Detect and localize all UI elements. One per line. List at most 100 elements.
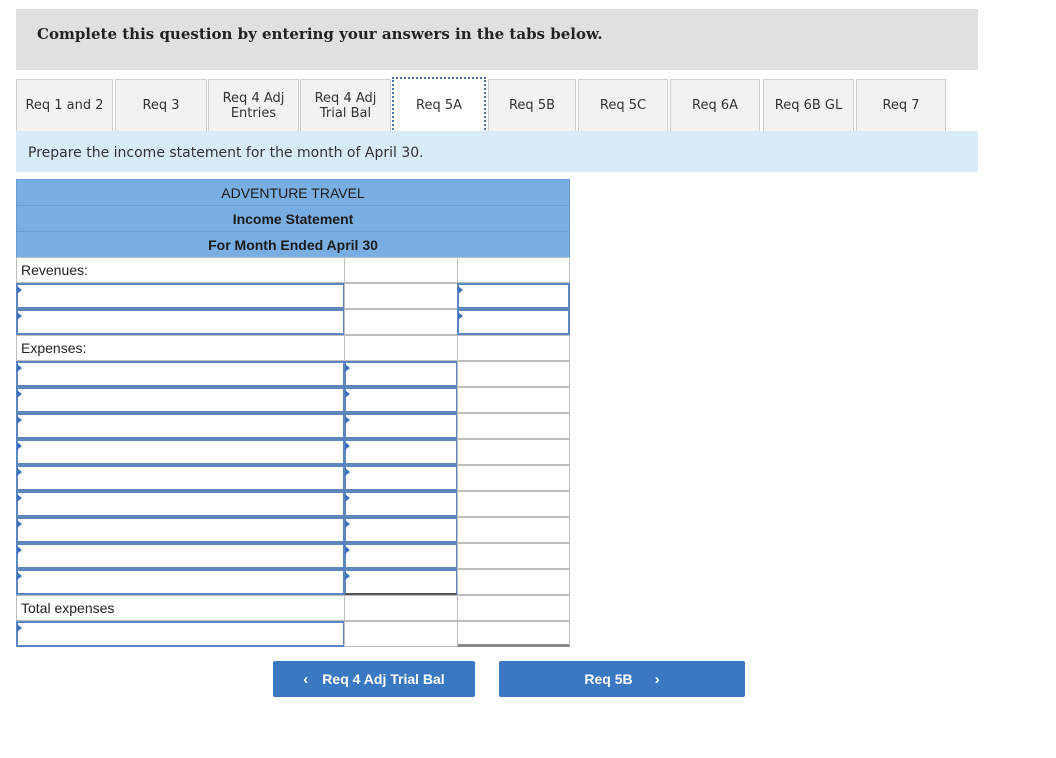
tab-req-3[interactable]: Req 3 [115, 79, 207, 131]
expense-row [16, 543, 570, 569]
tab-label-line1: Req 4 Adj [222, 90, 285, 106]
expense-account-dropdown[interactable] [16, 439, 345, 465]
empty-cell [457, 361, 570, 387]
revenue-amount-input[interactable] [457, 309, 570, 335]
revenue-row [16, 309, 570, 335]
empty-cell [457, 413, 570, 439]
tab-label: Req 7 [882, 98, 920, 113]
tab-label: Req 3 [142, 98, 180, 113]
revenue-account-dropdown[interactable] [16, 283, 345, 309]
empty-cell [344, 257, 458, 283]
tab-label: Req 5B [508, 98, 556, 113]
empty-cell [457, 387, 570, 413]
expense-amount-input[interactable] [344, 569, 458, 595]
empty-cell [457, 569, 570, 595]
tab-req-1-and-2[interactable]: Req 1 and 2 [16, 79, 113, 131]
empty-cell [344, 595, 458, 621]
empty-cell [457, 335, 570, 361]
tab-req-5c[interactable]: Req 5C [578, 79, 668, 131]
empty-cell [344, 283, 458, 309]
next-req-5b-button[interactable]: Req 5B › [499, 661, 745, 697]
statement-title: Income Statement [16, 205, 570, 231]
empty-cell [344, 621, 458, 647]
tab-label: Req 6A [692, 98, 738, 113]
instructions-banner: Complete this question by entering your … [16, 9, 978, 70]
empty-cell [457, 517, 570, 543]
tab-req-7[interactable]: Req 7 [856, 79, 946, 131]
revenue-row [16, 283, 570, 309]
revenues-label: Revenues: [16, 257, 345, 283]
tab-req-4-adj-trial-bal[interactable]: Req 4 Adj Trial Bal [300, 79, 391, 131]
tab-label: Req 4 Adj Entries [223, 91, 285, 121]
chevron-right-icon: › [654, 670, 660, 688]
tab-label: Req 5C [599, 98, 647, 113]
revenue-account-dropdown[interactable] [16, 309, 345, 335]
revenue-amount-input[interactable] [457, 283, 570, 309]
expense-account-dropdown[interactable] [16, 491, 345, 517]
expense-row [16, 413, 570, 439]
net-income-value [457, 621, 570, 647]
expense-amount-input[interactable] [344, 413, 458, 439]
tab-req-5a[interactable]: Req 5A [392, 77, 486, 133]
tab-label: Req 4 Adj Trial Bal [315, 91, 377, 121]
empty-cell [457, 257, 570, 283]
empty-cell [344, 309, 458, 335]
tab-label: Req 6B GL [774, 98, 843, 113]
expense-account-dropdown[interactable] [16, 361, 345, 387]
chevron-left-icon: ‹ [303, 670, 309, 688]
expenses-header-row: Expenses: [16, 335, 570, 361]
expense-amount-input[interactable] [344, 465, 458, 491]
expense-account-dropdown[interactable] [16, 413, 345, 439]
expense-account-dropdown[interactable] [16, 569, 345, 595]
statement-period: For Month Ended April 30 [16, 231, 570, 257]
tab-req-6b-gl[interactable]: Req 6B GL [763, 79, 854, 131]
expense-account-dropdown[interactable] [16, 387, 345, 413]
empty-cell [457, 439, 570, 465]
requirement-tabs: Req 1 and 2 Req 3 Req 4 Adj Entries Req 4… [16, 77, 978, 133]
expense-row [16, 387, 570, 413]
expense-row [16, 361, 570, 387]
prev-req-4-adj-trial-bal-button[interactable]: ‹ Req 4 Adj Trial Bal [273, 661, 475, 697]
next-button-label: Req 5B [584, 671, 633, 687]
expense-amount-input[interactable] [344, 517, 458, 543]
prev-button-label: Req 4 Adj Trial Bal [322, 671, 445, 687]
expense-amount-input[interactable] [344, 491, 458, 517]
tab-label: Req 5A [416, 97, 462, 113]
expense-row [16, 465, 570, 491]
expense-account-dropdown[interactable] [16, 517, 345, 543]
expense-amount-input[interactable] [344, 439, 458, 465]
total-expenses-label: Total expenses [16, 595, 345, 621]
revenues-header-row: Revenues: [16, 257, 570, 283]
empty-cell [457, 491, 570, 517]
net-income-row [16, 621, 570, 647]
question-prompt: Prepare the income statement for the mon… [16, 131, 978, 172]
expense-row [16, 439, 570, 465]
expense-row [16, 491, 570, 517]
tab-req-5b[interactable]: Req 5B [488, 79, 576, 131]
tab-label-line2: Entries [230, 105, 277, 121]
net-income-label-dropdown[interactable] [16, 621, 345, 647]
empty-cell [344, 335, 458, 361]
tab-label-line1: Req 4 Adj [314, 90, 377, 106]
expense-account-dropdown[interactable] [16, 465, 345, 491]
expenses-label: Expenses: [16, 335, 345, 361]
tab-req-6a[interactable]: Req 6A [670, 79, 760, 131]
instructions-text: Complete this question by entering your … [37, 25, 603, 43]
total-expenses-value [457, 595, 570, 621]
expense-amount-input[interactable] [344, 543, 458, 569]
expense-amount-input[interactable] [344, 361, 458, 387]
empty-cell [457, 543, 570, 569]
expense-amount-input[interactable] [344, 387, 458, 413]
empty-cell [457, 465, 570, 491]
total-expenses-row: Total expenses [16, 595, 570, 621]
tab-label: Req 1 and 2 [25, 98, 104, 113]
expense-row [16, 569, 570, 595]
prompt-text: Prepare the income statement for the mon… [28, 145, 424, 161]
income-statement-table: ADVENTURE TRAVEL Income Statement For Mo… [16, 179, 570, 647]
expense-account-dropdown[interactable] [16, 543, 345, 569]
expense-row [16, 517, 570, 543]
expense-rows [16, 361, 570, 595]
tab-req-4-adj-entries[interactable]: Req 4 Adj Entries [208, 79, 299, 131]
company-name: ADVENTURE TRAVEL [16, 179, 570, 205]
tab-label-line2: Trial Bal [319, 105, 372, 121]
